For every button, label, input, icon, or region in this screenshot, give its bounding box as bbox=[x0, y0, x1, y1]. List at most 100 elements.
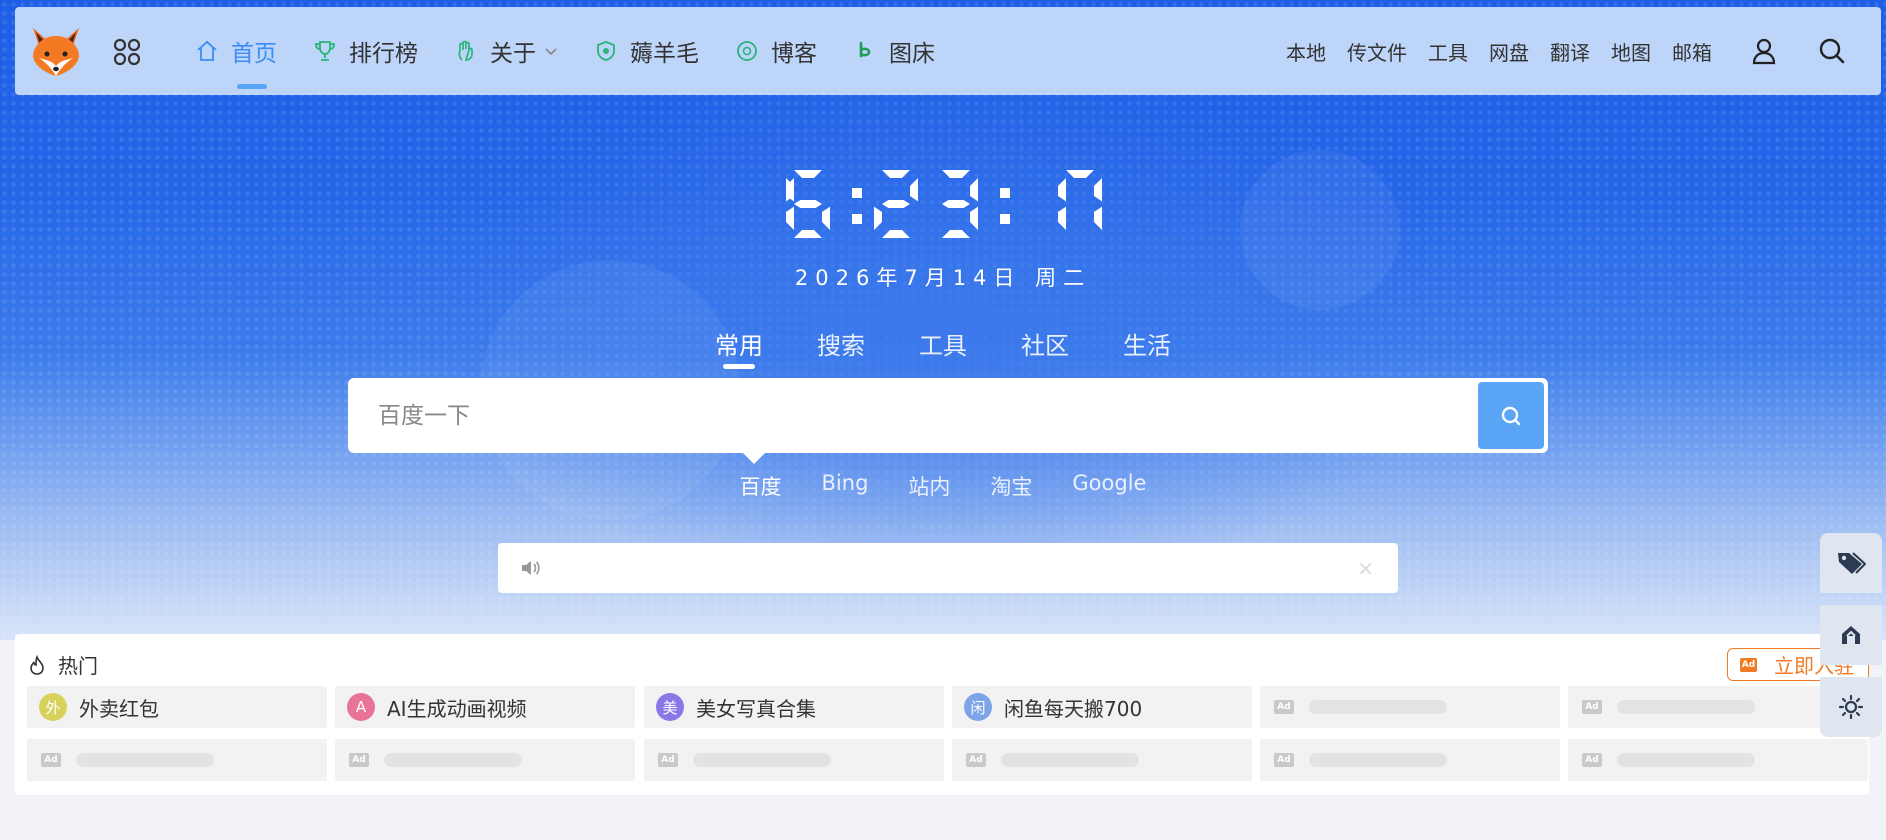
tab-life[interactable]: 生活 bbox=[1123, 326, 1171, 361]
b-icon bbox=[853, 39, 877, 63]
clock-segment bbox=[910, 178, 918, 202]
search-icon[interactable] bbox=[1817, 36, 1847, 66]
nav-ranking-label: 排行榜 bbox=[349, 41, 418, 67]
clock-digit bbox=[942, 170, 978, 238]
placeholder-bar bbox=[76, 753, 214, 767]
clock-segment bbox=[1094, 206, 1102, 230]
ad-badge: Ad bbox=[1740, 657, 1757, 672]
avatar: A bbox=[347, 693, 375, 721]
avatar: 外 bbox=[39, 693, 67, 721]
clock-segment bbox=[1094, 178, 1102, 202]
nav-home[interactable]: 首页 bbox=[195, 7, 277, 95]
ad-badge: Ad bbox=[349, 753, 369, 767]
shield-icon bbox=[594, 39, 618, 63]
ad-slot[interactable]: Ad bbox=[1260, 739, 1560, 781]
nav-deals[interactable]: 薅羊毛 bbox=[594, 7, 699, 95]
link-mail[interactable]: 邮箱 bbox=[1672, 37, 1712, 66]
link-tools[interactable]: 工具 bbox=[1428, 37, 1468, 66]
clock-segment bbox=[874, 206, 882, 230]
nav-home-label: 首页 bbox=[231, 41, 277, 67]
nav-blog[interactable]: 博客 bbox=[735, 7, 817, 95]
engine-site[interactable]: 站内 bbox=[908, 471, 950, 501]
apps-grid-icon[interactable] bbox=[112, 37, 142, 67]
search-engines: 百度 Bing 站内 淘宝 Google bbox=[0, 471, 1886, 501]
user-icon[interactable] bbox=[1749, 36, 1779, 66]
clock-colon bbox=[1000, 214, 1010, 224]
category-tabs: 常用 搜索 工具 社区 生活 bbox=[0, 326, 1886, 369]
placeholder-bar bbox=[384, 753, 522, 767]
ad-slot[interactable]: Ad bbox=[335, 739, 635, 781]
tags-button[interactable] bbox=[1820, 533, 1882, 593]
close-icon[interactable]: ✕ bbox=[1357, 557, 1374, 581]
placeholder-bar bbox=[693, 753, 831, 767]
theme-toggle-button[interactable] bbox=[1820, 677, 1882, 737]
placeholder-bar bbox=[1617, 700, 1755, 714]
clock-segment bbox=[1058, 178, 1066, 202]
hot-item[interactable]: 外 外卖红包 bbox=[27, 686, 327, 728]
clock-digit bbox=[1066, 170, 1102, 230]
hot-title: 热门 bbox=[28, 650, 98, 679]
engine-taobao[interactable]: 淘宝 bbox=[990, 471, 1032, 501]
search-box bbox=[348, 378, 1548, 453]
hot-item-label: 外卖红包 bbox=[79, 696, 159, 721]
clock-colon bbox=[1000, 188, 1010, 198]
clock-segment bbox=[1066, 170, 1094, 178]
ad-slot[interactable]: Ad bbox=[952, 739, 1252, 781]
link-map[interactable]: 地图 bbox=[1611, 37, 1651, 66]
clock-segment bbox=[794, 230, 822, 238]
ad-badge: Ad bbox=[1274, 700, 1294, 714]
hand-icon bbox=[454, 39, 478, 63]
link-netdisk[interactable]: 网盘 bbox=[1489, 37, 1529, 66]
clock-segment bbox=[786, 206, 794, 230]
link-local[interactable]: 本地 bbox=[1286, 37, 1326, 66]
chevron-down-icon bbox=[544, 44, 558, 58]
ad-slot[interactable]: Ad bbox=[1260, 686, 1560, 728]
ad-slot[interactable]: Ad bbox=[644, 739, 944, 781]
nav-about[interactable]: 关于 bbox=[454, 7, 558, 95]
nav-ranking[interactable]: 排行榜 bbox=[313, 7, 418, 95]
clock-segment bbox=[1058, 206, 1066, 230]
engine-bing[interactable]: Bing bbox=[822, 471, 869, 501]
avatar: 闲 bbox=[964, 693, 992, 721]
ad-badge: Ad bbox=[1582, 700, 1602, 714]
clock-segment bbox=[794, 170, 822, 178]
clock-digit bbox=[1058, 178, 1066, 230]
top-navbar: 首页 排行榜 关于 薅羊毛 博客 图床 本地 传文件 工具 网盘 翻译 地图 邮… bbox=[15, 7, 1881, 95]
hot-item[interactable]: 闲 闲鱼每天搬700 bbox=[952, 686, 1252, 728]
clock-segment bbox=[882, 230, 910, 238]
engine-baidu[interactable]: 百度 bbox=[740, 471, 782, 501]
clock-segment bbox=[822, 206, 830, 230]
clock-segment bbox=[882, 200, 910, 208]
hot-item[interactable]: 美 美女写真合集 bbox=[644, 686, 944, 728]
tab-common[interactable]: 常用 bbox=[715, 326, 763, 369]
ad-slot[interactable]: Ad bbox=[1568, 739, 1868, 781]
avatar: 美 bbox=[656, 693, 684, 721]
clock-segment bbox=[942, 200, 970, 208]
date-display: 2026年7月14日 周二 bbox=[794, 266, 1092, 290]
quick-links: 本地 传文件 工具 网盘 翻译 地图 邮箱 bbox=[1286, 7, 1881, 95]
search-icon bbox=[1501, 406, 1521, 425]
ad-slot[interactable]: Ad bbox=[27, 739, 327, 781]
tab-community-label: 社区 bbox=[1021, 332, 1069, 360]
tab-search[interactable]: 搜索 bbox=[817, 326, 865, 361]
clock-segment bbox=[942, 170, 970, 178]
nav-deals-label: 薅羊毛 bbox=[630, 41, 699, 67]
tab-community[interactable]: 社区 bbox=[1021, 326, 1069, 361]
engine-google[interactable]: Google bbox=[1072, 471, 1146, 501]
nav-imagebed[interactable]: 图床 bbox=[853, 7, 935, 95]
hot-title-text: 热门 bbox=[58, 654, 98, 678]
digital-clock bbox=[786, 170, 1102, 238]
link-upload[interactable]: 传文件 bbox=[1347, 37, 1407, 66]
ad-badge: Ad bbox=[658, 753, 678, 767]
link-translate[interactable]: 翻译 bbox=[1550, 37, 1590, 66]
fox-logo[interactable] bbox=[27, 22, 85, 80]
home-arrow-icon bbox=[1842, 626, 1860, 644]
hot-item-label: 美女写真合集 bbox=[696, 696, 816, 721]
search-button[interactable] bbox=[1478, 382, 1544, 449]
back-to-top-button[interactable] bbox=[1820, 605, 1882, 665]
tab-tools[interactable]: 工具 bbox=[919, 326, 967, 361]
hot-item[interactable]: A AI生成动画视频 bbox=[335, 686, 635, 728]
main-menu: 首页 排行榜 关于 薅羊毛 博客 图床 bbox=[195, 7, 971, 95]
clock-digit bbox=[874, 170, 918, 238]
search-input[interactable] bbox=[348, 378, 1478, 453]
